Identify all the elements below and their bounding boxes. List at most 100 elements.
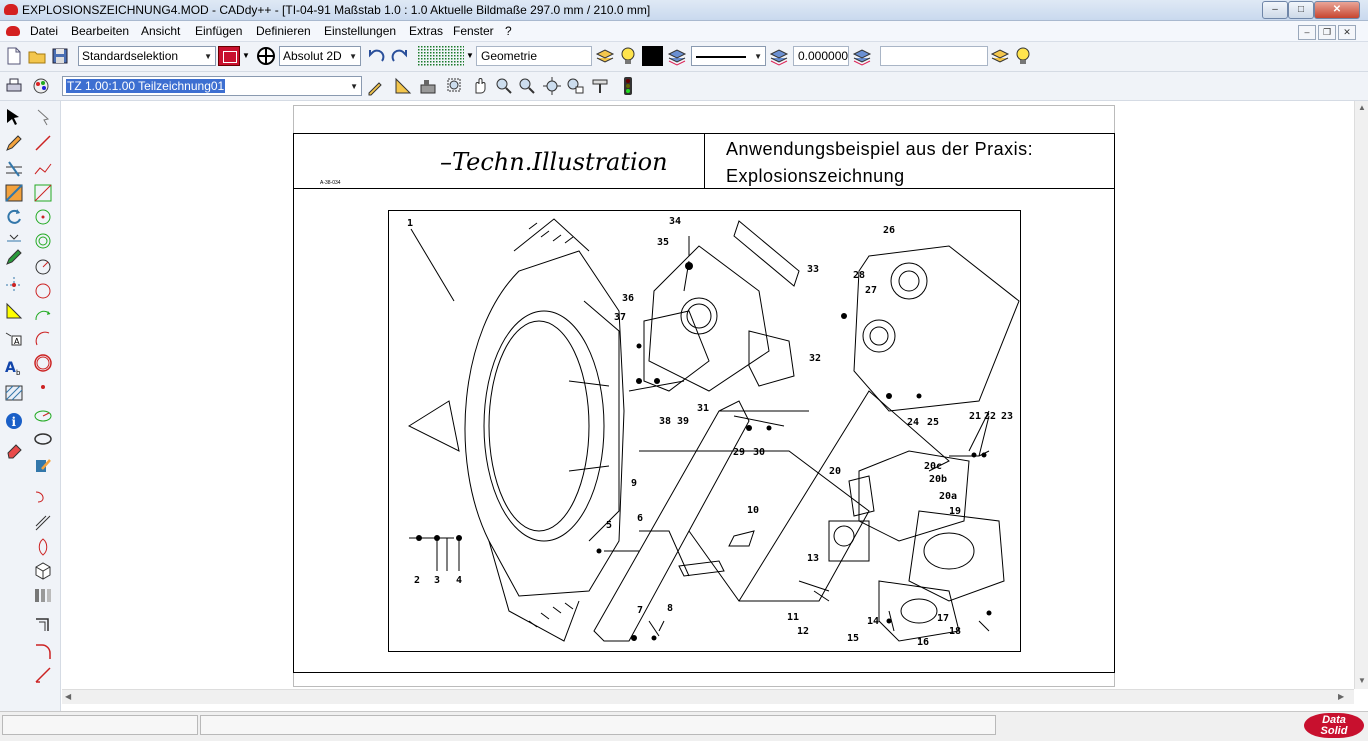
save-icon[interactable] — [50, 46, 70, 66]
maximize-button[interactable]: □ — [1288, 1, 1314, 19]
box-line-tool-icon[interactable] — [33, 183, 53, 203]
zoom-previous-icon[interactable] — [565, 76, 585, 96]
measure-triangle-icon[interactable] — [393, 76, 413, 96]
snap-point-icon[interactable] — [4, 275, 24, 295]
green-pen-icon[interactable] — [4, 247, 24, 267]
crosshair-circle-icon[interactable] — [256, 46, 276, 66]
pen-tool-icon[interactable] — [366, 76, 386, 96]
horizontal-scrollbar[interactable]: ◀ ▶ — [62, 689, 1354, 704]
minimize-button[interactable]: – — [1262, 1, 1288, 19]
layer-stack-icon[interactable] — [667, 46, 687, 66]
document-window-icon[interactable] — [6, 26, 20, 36]
pan-hand-icon[interactable] — [470, 76, 490, 96]
pencil-icon[interactable] — [4, 133, 24, 153]
scroll-right-icon[interactable]: ▶ — [1338, 692, 1344, 701]
multi-panel-tool-icon[interactable] — [33, 585, 53, 605]
scroll-left-icon[interactable]: ◀ — [65, 692, 71, 701]
double-circle-tool-icon[interactable] — [33, 353, 53, 373]
chevron-down-icon[interactable]: ▼ — [466, 51, 474, 60]
mdi-minimize-button[interactable]: – — [1298, 25, 1316, 40]
lightbulb-icon[interactable] — [1013, 46, 1033, 66]
spline-tool-icon[interactable] — [33, 487, 53, 507]
chamfer-tool-icon[interactable] — [33, 665, 53, 685]
layer-stack-icon[interactable] — [852, 46, 872, 66]
drawing-part-dropdown[interactable]: TZ 1.00:1.00 Teilzeichnung01 ▼ — [62, 76, 362, 96]
zoom-window-icon[interactable] — [445, 76, 465, 96]
coordinate-mode-dropdown[interactable]: Absolut 2D ▼ — [279, 46, 361, 66]
circle-3point-tool-icon[interactable] — [33, 281, 53, 301]
new-file-icon[interactable] — [4, 46, 24, 66]
arc-tool-icon[interactable] — [33, 305, 53, 325]
line-style-dropdown[interactable]: ▼ — [691, 46, 766, 66]
edit-element-icon[interactable] — [33, 455, 53, 475]
parallel-line-tool-icon[interactable] — [33, 513, 53, 533]
contour-tool-icon[interactable] — [33, 537, 53, 557]
hatch-tool-icon[interactable] — [4, 383, 24, 403]
color-picker-button[interactable] — [218, 46, 240, 66]
fillet-tool-icon[interactable] — [33, 641, 53, 661]
text-attribute-icon[interactable]: A — [4, 327, 24, 347]
select-arrow-icon[interactable] — [4, 107, 24, 127]
palette-icon[interactable] — [31, 76, 51, 96]
line-tool-icon[interactable] — [33, 133, 53, 153]
menu-einfuegen[interactable]: Einfügen — [195, 24, 242, 38]
3d-box-tool-icon[interactable] — [33, 561, 53, 581]
menu-datei[interactable]: Datei — [30, 24, 58, 38]
ellipse-outline-tool-icon[interactable] — [33, 429, 53, 449]
ellipse-tool-icon[interactable] — [33, 405, 53, 425]
menu-fenster[interactable]: Fenster — [453, 24, 494, 38]
sheet-description-line1: Anwendungsbeispiel aus der Praxis: — [726, 139, 1034, 159]
caddy-app-icon[interactable] — [4, 4, 18, 15]
redraw-icon[interactable] — [590, 76, 610, 96]
dimension-tool-icon[interactable] — [4, 301, 24, 321]
part-label: 28 — [853, 270, 865, 281]
offset-tool-icon[interactable] — [33, 615, 53, 635]
redo-icon[interactable] — [390, 46, 410, 66]
chevron-down-icon[interactable]: ▼ — [242, 51, 250, 60]
menu-extras[interactable]: Extras — [409, 24, 443, 38]
layer-manager-icon[interactable] — [990, 46, 1010, 66]
rectangle-tool-icon[interactable] — [4, 183, 24, 203]
layer-name-field[interactable]: Geometrie — [476, 46, 592, 66]
concentric-circle-tool-icon[interactable] — [33, 231, 53, 251]
extra-field[interactable] — [880, 46, 988, 66]
lightbulb-icon[interactable] — [618, 46, 638, 66]
select-arrow-outline-icon[interactable] — [33, 107, 53, 127]
eraser-icon[interactable] — [4, 439, 24, 459]
open-folder-icon[interactable] — [27, 46, 47, 66]
grid-icon[interactable] — [418, 46, 464, 66]
trim-tool-icon[interactable] — [4, 159, 24, 179]
machine-icon[interactable] — [418, 76, 438, 96]
drawing-tools-palette: A Ab i — [0, 101, 61, 711]
color-swatch-black[interactable] — [642, 46, 663, 66]
zoom-out-icon[interactable] — [517, 76, 537, 96]
text-tool-icon[interactable]: Ab — [4, 357, 24, 377]
polyline-tool-icon[interactable] — [33, 159, 53, 179]
menu-definieren[interactable]: Definieren — [256, 24, 311, 38]
layer-stack-icon[interactable] — [769, 46, 789, 66]
vertical-scrollbar[interactable]: ▲ ▼ — [1354, 101, 1368, 689]
undo-icon[interactable] — [366, 46, 386, 66]
circle-center-tool-icon[interactable] — [33, 207, 53, 227]
point-tool-icon[interactable] — [33, 377, 53, 397]
menu-bearbeiten[interactable]: Bearbeiten — [71, 24, 129, 38]
menu-ansicht[interactable]: Ansicht — [141, 24, 180, 38]
scroll-up-icon[interactable]: ▲ — [1358, 103, 1366, 112]
zoom-all-icon[interactable] — [542, 76, 562, 96]
close-button[interactable]: ✕ — [1314, 1, 1360, 19]
traffic-light-icon[interactable] — [618, 76, 638, 96]
rotate-tool-icon[interactable] — [4, 207, 24, 227]
info-icon[interactable]: i — [4, 411, 24, 431]
menu-einstellungen[interactable]: Einstellungen — [324, 24, 396, 38]
circle-radius-tool-icon[interactable] — [33, 257, 53, 277]
mdi-restore-button[interactable]: ❐ — [1318, 25, 1336, 40]
menu-help[interactable]: ? — [505, 24, 512, 38]
selection-mode-dropdown[interactable]: Standardselektion ▼ — [78, 46, 216, 66]
line-width-field[interactable]: 0.000000 — [793, 46, 849, 66]
zoom-in-icon[interactable] — [494, 76, 514, 96]
layer-stack-icon[interactable] — [595, 46, 615, 66]
arc-3point-tool-icon[interactable] — [33, 329, 53, 349]
scroll-down-icon[interactable]: ▼ — [1358, 676, 1366, 685]
mdi-close-button[interactable]: ✕ — [1338, 25, 1356, 40]
print-icon[interactable] — [4, 76, 24, 96]
